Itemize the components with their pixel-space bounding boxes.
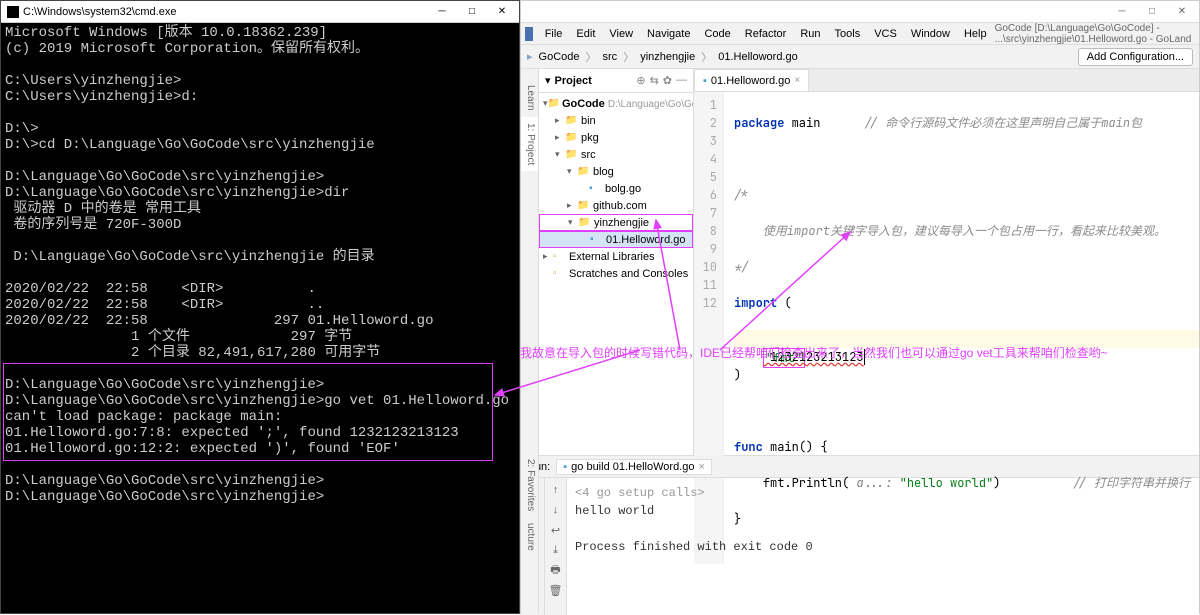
code-area[interactable]: package main // 命令行源码文件必须在这里声明自己属于main包 … — [724, 92, 1199, 564]
collapse-icon[interactable]: ⇆ — [650, 74, 659, 87]
soft-wrap-button[interactable]: ↩ — [548, 522, 564, 538]
favorites-tab[interactable]: 2: Favorites — [521, 453, 538, 517]
menu-refactor[interactable]: Refactor — [739, 26, 793, 42]
project-header: ▾ Project ⊕ ⇆ ✿ — — [539, 69, 693, 93]
clear-button[interactable]: 🗑 — [548, 582, 564, 598]
ide-titlebar: ─ □ ✕ — [521, 1, 1199, 23]
menu-code[interactable]: Code — [698, 26, 736, 42]
structure-tab[interactable]: ucture — [521, 517, 538, 557]
crumb-pkg[interactable]: yinzhengjie — [636, 49, 699, 65]
tree-github[interactable]: ▸📁github.com — [539, 197, 693, 214]
run-controls-secondary: ↑ ↓ ↩ ⤓ 🖶 🗑 — [545, 478, 567, 615]
close-icon[interactable]: × — [698, 461, 704, 473]
crumb-src[interactable]: src — [599, 49, 622, 65]
tree-blog[interactable]: ▾📁blog — [539, 163, 693, 180]
cmd-icon — [7, 6, 19, 18]
tree-bin[interactable]: ▸📁bin — [539, 112, 693, 129]
crumb-root[interactable]: GoCode — [535, 49, 584, 65]
tree-yinzhengjie[interactable]: ▾📁yinzhengjie — [539, 214, 693, 231]
menu-window[interactable]: Window — [905, 26, 956, 42]
close-icon[interactable]: × — [794, 75, 800, 86]
cmd-window: C:\Windows\system32\cmd.exe ─ □ ✕ Micros… — [0, 0, 520, 614]
ide-menubar: File Edit View Navigate Code Refactor Ru… — [521, 23, 1199, 45]
scroll-button[interactable]: ⤓ — [548, 542, 564, 558]
cmd-title-text: C:\Windows\system32\cmd.exe — [23, 6, 176, 18]
tree-bolg-go[interactable]: ▪bolg.go — [539, 180, 693, 197]
ide-maximize-button[interactable]: □ — [1137, 2, 1167, 22]
project-header-title[interactable]: Project — [555, 75, 592, 87]
project-tool-window: ▾ Project ⊕ ⇆ ✿ — ▾📁GoCode D:\Language\G… — [539, 69, 694, 455]
code-editor: ▪ 01.Helloword.go × 123456789101112 pack… — [694, 69, 1199, 455]
ide-toolbar: ▸ GoCode 〉 src 〉 yinzhengjie 〉 01.Hellow… — [521, 45, 1199, 69]
crumb-file[interactable]: 01.Helloword.go — [714, 49, 802, 65]
menu-view[interactable]: View — [603, 26, 639, 42]
breadcrumb: ▸ GoCode 〉 src 〉 yinzhengjie 〉 01.Hellow… — [527, 49, 802, 65]
menu-tools[interactable]: Tools — [829, 26, 867, 42]
cmd-output[interactable]: Microsoft Windows [版本 10.0.18362.239] (c… — [1, 23, 519, 507]
annotation-text: 我故意在导入包的时候写错代码，IDE已经帮咱们检查出来了，当然我们也可以通过go… — [520, 344, 1200, 361]
editor-body[interactable]: 123456789101112 package main // 命令行源码文件必… — [694, 92, 1199, 564]
locate-icon[interactable]: ⊕ — [636, 74, 645, 87]
ide-window: ─ □ ✕ File Edit View Navigate Code Refac… — [520, 0, 1200, 614]
goland-icon — [525, 27, 533, 41]
tree-pkg[interactable]: ▸📁pkg — [539, 129, 693, 146]
project-dropdown-icon[interactable]: ▾ — [545, 74, 551, 87]
menu-edit[interactable]: Edit — [570, 26, 601, 42]
menu-file[interactable]: File — [539, 26, 569, 42]
cmd-close-button[interactable]: ✕ — [487, 2, 517, 22]
hide-icon[interactable]: — — [676, 74, 687, 87]
project-tab[interactable]: 1: Project — [521, 117, 538, 171]
tree-scratches[interactable]: ▫Scratches and Consoles — [539, 265, 693, 282]
settings-gear-icon[interactable]: ✿ — [663, 74, 672, 87]
editor-tab-helloword[interactable]: ▪ 01.Helloword.go × — [694, 69, 809, 91]
add-configuration-button[interactable]: Add Configuration... — [1078, 48, 1193, 66]
left-tool-strip: Learn 1: Project — [521, 69, 539, 455]
go-file-icon: ▪ — [563, 461, 567, 473]
cmd-minimize-button[interactable]: ─ — [427, 2, 457, 22]
project-tree: ▾📁GoCode D:\Language\Go\Go ▸📁bin ▸📁pkg ▾… — [539, 93, 693, 284]
editor-tabs: ▪ 01.Helloword.go × — [694, 69, 1199, 92]
run-tab-label: go build 01.HelloWord.go — [571, 461, 694, 473]
down-button[interactable]: ↓ — [548, 502, 564, 518]
tree-src[interactable]: ▾📁src — [539, 146, 693, 163]
tree-root[interactable]: ▾📁GoCode D:\Language\Go\Go — [539, 95, 693, 112]
cmd-window-controls: ─ □ ✕ — [427, 2, 517, 22]
ide-minimize-button[interactable]: ─ — [1107, 2, 1137, 22]
go-file-icon: ▪ — [703, 75, 707, 87]
tree-helloword-file[interactable]: ▪01.Helloword.go — [539, 231, 693, 248]
ide-title-path: GoCode [D:\Language\Go\GoCode] - ...\src… — [995, 23, 1195, 45]
print-button[interactable]: 🖶 — [548, 562, 564, 578]
ide-main: Learn 1: Project ▾ Project ⊕ ⇆ ✿ — ▾📁GoC… — [521, 69, 1199, 455]
cmd-title: C:\Windows\system32\cmd.exe — [3, 6, 176, 18]
up-button[interactable]: ↑ — [548, 482, 564, 498]
ide-window-controls: ─ □ ✕ — [1107, 2, 1197, 22]
menu-navigate[interactable]: Navigate — [641, 26, 696, 42]
cmd-titlebar: C:\Windows\system32\cmd.exe ─ □ ✕ — [1, 1, 519, 23]
editor-tab-label: 01.Helloword.go — [711, 75, 791, 87]
menu-run[interactable]: Run — [794, 26, 826, 42]
bottom-tool-strip: 2: Favorites ucture — [521, 453, 539, 613]
run-tab[interactable]: ▪ go build 01.HelloWord.go × — [556, 459, 712, 475]
ide-close-button[interactable]: ✕ — [1167, 2, 1197, 22]
cmd-maximize-button[interactable]: □ — [457, 2, 487, 22]
learn-tab[interactable]: Learn — [521, 79, 538, 117]
folder-icon: ▸ — [527, 50, 533, 63]
tree-external-libs[interactable]: ▸▫External Libraries — [539, 248, 693, 265]
menu-vcs[interactable]: VCS — [868, 26, 903, 42]
menu-help[interactable]: Help — [958, 26, 993, 42]
